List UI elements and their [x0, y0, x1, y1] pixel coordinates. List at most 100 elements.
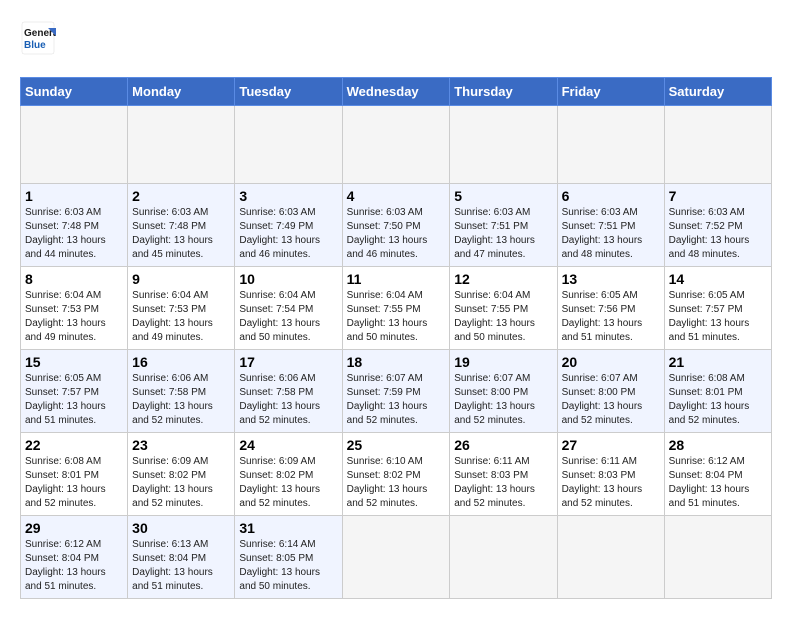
day-detail: Sunrise: 6:03 AMSunset: 7:51 PMDaylight:…	[562, 206, 660, 262]
day-cell: 14 Sunrise: 6:05 AMSunset: 7:57 PMDayligh…	[664, 267, 771, 350]
day-number: 3	[239, 188, 337, 204]
page-header: General Blue	[20, 20, 772, 61]
day-cell: 13Sunrise: 6:05 AMSunset: 7:56 PMDayligh…	[557, 267, 664, 350]
day-cell	[128, 106, 235, 184]
day-cell: 31 Sunrise: 6:14 AMSunset: 8:05 PMDayligh…	[235, 516, 342, 599]
header-wednesday: Wednesday	[342, 78, 450, 106]
day-cell: 11Sunrise: 6:04 AMSunset: 7:55 PMDayligh…	[342, 267, 450, 350]
day-cell: 25Sunrise: 6:10 AMSunset: 8:02 PMDayligh…	[342, 433, 450, 516]
day-cell: 6 Sunrise: 6:03 AMSunset: 7:51 PMDaylight…	[557, 184, 664, 267]
day-cell	[450, 516, 557, 599]
day-cell: 8Sunrise: 6:04 AMSunset: 7:53 PMDaylight…	[21, 267, 128, 350]
day-detail: Sunrise: 6:03 AMSunset: 7:48 PMDaylight:…	[25, 206, 123, 262]
day-detail: Sunrise: 6:12 AMSunset: 8:04 PMDaylight:…	[25, 538, 123, 594]
day-number: 10	[239, 271, 337, 287]
logo-icon: General Blue	[20, 20, 56, 56]
day-number: 31	[239, 520, 337, 536]
day-cell: 20 Sunrise: 6:07 AMSunset: 8:00 PMDayligh…	[557, 350, 664, 433]
day-detail: Sunrise: 6:07 AMSunset: 7:59 PMDaylight:…	[347, 372, 446, 428]
day-number: 16	[132, 354, 230, 370]
day-detail: Sunrise: 6:09 AMSunset: 8:02 PMDaylight:…	[132, 455, 230, 511]
day-detail: Sunrise: 6:04 AMSunset: 7:55 PMDaylight:…	[454, 289, 552, 345]
day-detail: Sunrise: 6:11 AMSunset: 8:03 PMDaylight:…	[562, 455, 660, 511]
day-cell: 12 Sunrise: 6:04 AMSunset: 7:55 PMDayligh…	[450, 267, 557, 350]
day-cell: 22Sunrise: 6:08 AMSunset: 8:01 PMDayligh…	[21, 433, 128, 516]
week-row-2: 8Sunrise: 6:04 AMSunset: 7:53 PMDaylight…	[21, 267, 772, 350]
day-cell	[342, 106, 450, 184]
day-cell: 29 Sunrise: 6:12 AMSunset: 8:04 PMDayligh…	[21, 516, 128, 599]
day-detail: Sunrise: 6:04 AMSunset: 7:54 PMDaylight:…	[239, 289, 337, 345]
header-row: SundayMondayTuesdayWednesdayThursdayFrid…	[21, 78, 772, 106]
logo: General Blue	[20, 20, 60, 61]
calendar-table: SundayMondayTuesdayWednesdayThursdayFrid…	[20, 77, 772, 599]
day-cell	[557, 516, 664, 599]
day-number: 12	[454, 271, 552, 287]
day-number: 25	[347, 437, 446, 453]
day-number: 2	[132, 188, 230, 204]
day-number: 7	[669, 188, 767, 204]
day-cell: 21 Sunrise: 6:08 AMSunset: 8:01 PMDayligh…	[664, 350, 771, 433]
day-number: 1	[25, 188, 123, 204]
day-detail: Sunrise: 6:03 AMSunset: 7:50 PMDaylight:…	[347, 206, 446, 262]
svg-text:Blue: Blue	[24, 40, 46, 51]
day-number: 22	[25, 437, 123, 453]
day-cell	[21, 106, 128, 184]
day-number: 26	[454, 437, 552, 453]
day-cell: 28Sunrise: 6:12 AMSunset: 8:04 PMDayligh…	[664, 433, 771, 516]
day-cell: 15 Sunrise: 6:05 AMSunset: 7:57 PMDayligh…	[21, 350, 128, 433]
day-number: 19	[454, 354, 552, 370]
day-detail: Sunrise: 6:14 AMSunset: 8:05 PMDaylight:…	[239, 538, 337, 594]
day-cell: 23 Sunrise: 6:09 AMSunset: 8:02 PMDayligh…	[128, 433, 235, 516]
day-number: 24	[239, 437, 337, 453]
header-monday: Monday	[128, 78, 235, 106]
day-cell: 18Sunrise: 6:07 AMSunset: 7:59 PMDayligh…	[342, 350, 450, 433]
day-detail: Sunrise: 6:03 AMSunset: 7:48 PMDaylight:…	[132, 206, 230, 262]
day-detail: Sunrise: 6:06 AMSunset: 7:58 PMDaylight:…	[239, 372, 337, 428]
day-detail: Sunrise: 6:13 AMSunset: 8:04 PMDaylight:…	[132, 538, 230, 594]
day-detail: Sunrise: 6:07 AMSunset: 8:00 PMDaylight:…	[454, 372, 552, 428]
header-thursday: Thursday	[450, 78, 557, 106]
day-number: 6	[562, 188, 660, 204]
day-cell: 10 Sunrise: 6:04 AMSunset: 7:54 PMDayligh…	[235, 267, 342, 350]
day-detail: Sunrise: 6:09 AMSunset: 8:02 PMDaylight:…	[239, 455, 337, 511]
day-cell: 2 Sunrise: 6:03 AMSunset: 7:48 PMDaylight…	[128, 184, 235, 267]
day-cell: 19 Sunrise: 6:07 AMSunset: 8:00 PMDayligh…	[450, 350, 557, 433]
day-cell	[450, 106, 557, 184]
day-cell: 7 Sunrise: 6:03 AMSunset: 7:52 PMDaylight…	[664, 184, 771, 267]
week-row-5: 29 Sunrise: 6:12 AMSunset: 8:04 PMDayligh…	[21, 516, 772, 599]
day-detail: Sunrise: 6:05 AMSunset: 7:57 PMDaylight:…	[669, 289, 767, 345]
day-detail: Sunrise: 6:08 AMSunset: 8:01 PMDaylight:…	[669, 372, 767, 428]
day-cell: 5 Sunrise: 6:03 AMSunset: 7:51 PMDaylight…	[450, 184, 557, 267]
day-number: 14	[669, 271, 767, 287]
day-detail: Sunrise: 6:03 AMSunset: 7:52 PMDaylight:…	[669, 206, 767, 262]
day-cell: 4 Sunrise: 6:03 AMSunset: 7:50 PMDaylight…	[342, 184, 450, 267]
header-saturday: Saturday	[664, 78, 771, 106]
day-number: 9	[132, 271, 230, 287]
day-number: 23	[132, 437, 230, 453]
header-tuesday: Tuesday	[235, 78, 342, 106]
day-detail: Sunrise: 6:03 AMSunset: 7:49 PMDaylight:…	[239, 206, 337, 262]
week-row-1: 1 Sunrise: 6:03 AMSunset: 7:48 PMDaylight…	[21, 184, 772, 267]
day-cell: 26 Sunrise: 6:11 AMSunset: 8:03 PMDayligh…	[450, 433, 557, 516]
day-cell	[664, 106, 771, 184]
day-detail: Sunrise: 6:03 AMSunset: 7:51 PMDaylight:…	[454, 206, 552, 262]
day-cell: 9Sunrise: 6:04 AMSunset: 7:53 PMDaylight…	[128, 267, 235, 350]
day-number: 15	[25, 354, 123, 370]
day-cell: 27 Sunrise: 6:11 AMSunset: 8:03 PMDayligh…	[557, 433, 664, 516]
day-number: 4	[347, 188, 446, 204]
day-detail: Sunrise: 6:07 AMSunset: 8:00 PMDaylight:…	[562, 372, 660, 428]
day-detail: Sunrise: 6:11 AMSunset: 8:03 PMDaylight:…	[454, 455, 552, 511]
day-cell: 1 Sunrise: 6:03 AMSunset: 7:48 PMDaylight…	[21, 184, 128, 267]
header-friday: Friday	[557, 78, 664, 106]
day-number: 29	[25, 520, 123, 536]
day-number: 5	[454, 188, 552, 204]
week-row-0	[21, 106, 772, 184]
header-sunday: Sunday	[21, 78, 128, 106]
day-number: 21	[669, 354, 767, 370]
day-detail: Sunrise: 6:05 AMSunset: 7:57 PMDaylight:…	[25, 372, 123, 428]
day-number: 8	[25, 271, 123, 287]
day-number: 27	[562, 437, 660, 453]
day-detail: Sunrise: 6:04 AMSunset: 7:55 PMDaylight:…	[347, 289, 446, 345]
day-cell	[557, 106, 664, 184]
day-number: 20	[562, 354, 660, 370]
